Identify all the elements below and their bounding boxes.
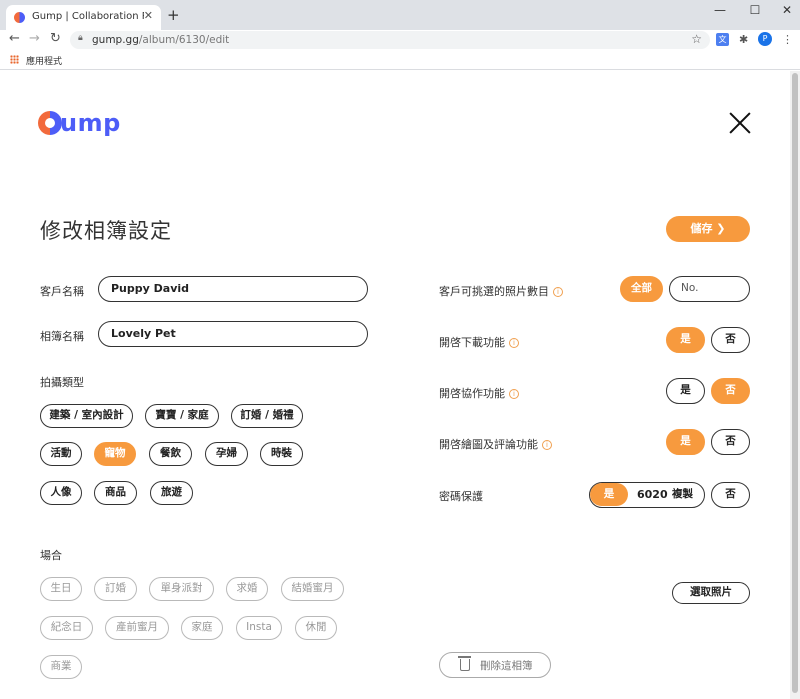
select-photos-button[interactable]: 選取照片 [672,582,750,604]
shoot-type-chip[interactable]: 時裝 [260,442,303,466]
info-icon[interactable]: i [542,440,552,450]
delete-album-label: 刪除這相簿 [480,660,533,672]
occasion-chip[interactable]: 休閒 [295,616,337,640]
url-host: gump.gg [92,34,139,46]
occasion-chip[interactable]: 紀念日 [40,616,93,640]
copy-password-button[interactable]: 複製 [672,483,693,506]
browser-tab-bar: Gump | Collaboration Platform ✕ + — ☐ ✕ [0,0,800,30]
shoot-type-chip-selected[interactable]: 寵物 [94,442,136,466]
shoot-type-chip[interactable]: 人像 [40,481,82,505]
maximize-icon[interactable]: ☐ [745,3,765,17]
password-yes-button[interactable]: 是 [590,483,628,506]
occasion-label: 場合 [40,549,62,562]
url-path: /album/6130/edit [138,34,230,46]
page-title: 修改相簿設定 [40,219,172,243]
occasion-chip[interactable]: 商業 [40,655,82,679]
occasion-chip[interactable]: 求婚 [226,577,268,601]
occasion-chip[interactable]: 單身派對 [149,577,214,601]
gump-favicon-icon [14,12,25,23]
extensions-puzzle-icon[interactable]: ✱ [739,33,748,46]
password-toggle-group: 是 6020 複製 [589,482,705,508]
draw-comment-no-button[interactable]: 否 [711,429,750,455]
tab-close-icon[interactable]: ✕ [144,9,153,22]
shoot-type-chip[interactable]: 建築 / 室內設計 [40,404,133,428]
more-menu-icon[interactable]: ⋮ [782,33,793,46]
apps-grid-icon[interactable] [10,55,19,64]
client-name-field[interactable]: Puppy David [98,276,368,302]
bookmarks-bar: 應用程式 [0,50,800,70]
draw-comment-yes-button[interactable]: 是 [666,429,705,455]
occasion-chip[interactable]: 結婚蜜月 [281,577,344,601]
new-tab-button[interactable]: + [167,6,180,24]
minimize-icon[interactable]: — [710,3,730,17]
photo-count-label: 客戶可挑選的照片數目 i [439,283,563,299]
trash-icon [458,656,471,671]
collab-yes-button[interactable]: 是 [666,378,705,404]
password-code: 6020 [637,488,668,501]
shoot-type-chip[interactable]: 寶寶 / 家庭 [145,404,219,428]
occasion-chip[interactable]: 產前蜜月 [105,616,169,640]
photo-count-input[interactable]: No. [669,276,750,302]
translate-icon[interactable]: 文 [716,33,729,46]
collab-no-button[interactable]: 否 [711,378,750,404]
download-no-button[interactable]: 否 [711,327,750,353]
window-close-icon[interactable]: ✕ [777,3,797,17]
delete-album-button[interactable]: 刪除這相簿 [439,652,551,678]
shoot-type-chip[interactable]: 旅遊 [150,481,193,505]
logo-text: ump [60,109,121,137]
download-label-text: 開啓下載功能 [439,336,505,349]
password-label: 密碼保護 [439,490,483,503]
shoot-type-chip[interactable]: 孕婦 [205,442,248,466]
occasion-chip[interactable]: 訂婚 [94,577,137,601]
album-name-label: 相簿名稱 [40,330,84,343]
tab-title: Gump | Collaboration Platform [32,11,144,22]
photo-count-all-button[interactable]: 全部 [620,276,663,302]
info-icon[interactable]: i [553,287,563,297]
url-text: gump.gg/album/6130/edit [92,34,229,46]
draw-comment-label: 開啓繪圖及評論功能 i [439,436,552,452]
password-no-button[interactable]: 否 [711,482,750,508]
address-bar[interactable]: 🔒︎ gump.gg/album/6130/edit ☆ [70,31,710,49]
apps-label[interactable]: 應用程式 [26,54,62,67]
profile-avatar[interactable]: P [758,32,772,46]
info-icon[interactable]: i [509,389,519,399]
occasion-chip[interactable]: 家庭 [181,616,223,640]
bookmark-star-icon[interactable]: ☆ [691,32,702,46]
shoot-type-chip[interactable]: 訂婚 / 婚禮 [231,404,303,428]
download-yes-button[interactable]: 是 [666,327,705,353]
shoot-type-label: 拍攝類型 [40,376,84,389]
gump-logo-mark-icon [38,111,62,135]
browser-tab[interactable]: Gump | Collaboration Platform ✕ [6,5,161,30]
draw-comment-label-text: 開啓繪圖及評論功能 [439,438,538,451]
browser-toolbar: ← → ↻ 🔒︎ gump.gg/album/6130/edit ☆ 文 ✱ P… [0,30,800,50]
scrollbar-thumb[interactable] [792,73,798,693]
lock-icon: 🔒︎ [78,33,83,43]
reload-icon[interactable]: ↻ [50,31,61,46]
shoot-type-chip[interactable]: 商品 [94,481,137,505]
client-name-label: 客戶名稱 [40,285,84,298]
close-icon[interactable] [728,111,752,135]
collab-label: 開啓協作功能 i [439,385,519,401]
back-arrow-icon[interactable]: ← [9,31,20,46]
occasion-chip[interactable]: Insta [236,616,282,640]
album-name-field[interactable]: Lovely Pet [98,321,368,347]
occasion-chip[interactable]: 生日 [40,577,82,601]
photo-count-label-text: 客戶可挑選的照片數目 [439,285,549,298]
album-edit-page: ump 修改相簿設定 儲存 ❯ 客戶名稱 Puppy David 相簿名稱 Lo… [0,71,790,699]
forward-arrow-icon[interactable]: → [29,31,40,46]
page-scrollbar[interactable] [790,71,800,699]
shoot-type-chip[interactable]: 餐飲 [149,442,192,466]
collab-label-text: 開啓協作功能 [439,387,505,400]
save-button[interactable]: 儲存 ❯ [666,216,750,242]
shoot-type-chip[interactable]: 活動 [40,442,82,466]
download-label: 開啓下載功能 i [439,334,519,350]
info-icon[interactable]: i [509,338,519,348]
